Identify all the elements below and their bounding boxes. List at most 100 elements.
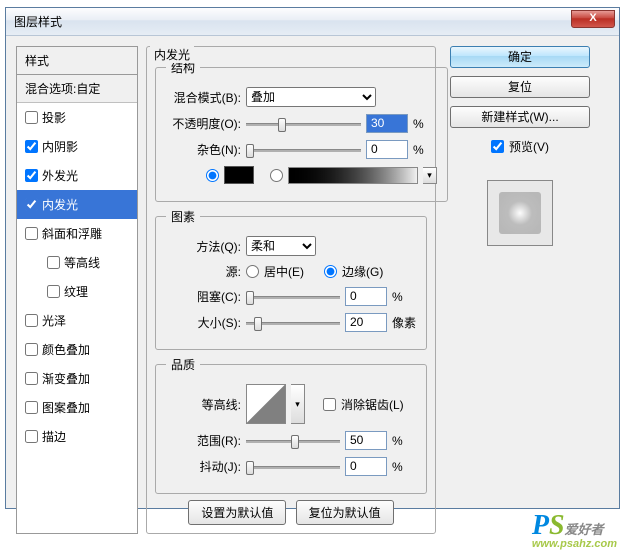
style-item-2[interactable]: 外发光 xyxy=(17,161,137,190)
element-legend: 图素 xyxy=(166,208,200,225)
style-item-5[interactable]: 等高线 xyxy=(17,248,137,277)
style-label: 渐变叠加 xyxy=(42,370,90,387)
style-item-8[interactable]: 颜色叠加 xyxy=(17,335,137,364)
method-label: 方法(Q): xyxy=(166,238,241,255)
gradient-radio[interactable] xyxy=(270,169,283,182)
opacity-label: 不透明度(O): xyxy=(166,115,241,132)
style-checkbox[interactable] xyxy=(25,227,38,240)
contour-picker[interactable] xyxy=(246,384,286,424)
noise-input[interactable]: 0 xyxy=(366,140,408,159)
range-label: 范围(R): xyxy=(166,432,241,449)
contour-dropdown[interactable]: ▾ xyxy=(291,384,305,424)
style-checkbox[interactable] xyxy=(25,169,38,182)
style-item-1[interactable]: 内阴影 xyxy=(17,132,137,161)
style-label: 颜色叠加 xyxy=(42,341,90,358)
color-radio[interactable] xyxy=(206,169,219,182)
source-center-label: 居中(E) xyxy=(264,263,304,280)
range-slider[interactable] xyxy=(246,432,340,450)
source-edge-radio[interactable] xyxy=(324,265,337,278)
style-checkbox[interactable] xyxy=(47,285,60,298)
style-checkbox[interactable] xyxy=(25,314,38,327)
style-item-6[interactable]: 纹理 xyxy=(17,277,137,306)
action-panel: 确定 复位 新建样式(W)... 预览(V) xyxy=(444,46,596,534)
px-label: 像素 xyxy=(392,314,416,331)
style-checkbox[interactable] xyxy=(25,198,38,211)
method-select[interactable]: 柔和 xyxy=(246,236,316,256)
pct-label: % xyxy=(413,117,437,131)
style-label: 图案叠加 xyxy=(42,399,90,416)
element-group: 图素 方法(Q): 柔和 源: 居中(E) 边缘(G) 阻塞(C): xyxy=(155,208,427,350)
style-item-4[interactable]: 斜面和浮雕 xyxy=(17,219,137,248)
style-item-9[interactable]: 渐变叠加 xyxy=(17,364,137,393)
pct-label: % xyxy=(392,290,416,304)
size-slider[interactable] xyxy=(246,314,340,332)
jitter-input[interactable]: 0 xyxy=(345,457,387,476)
noise-slider[interactable] xyxy=(246,141,361,159)
size-input[interactable]: 20 xyxy=(345,313,387,332)
style-label: 投影 xyxy=(42,109,66,126)
style-label: 外发光 xyxy=(42,167,78,184)
style-label: 纹理 xyxy=(64,283,88,300)
noise-label: 杂色(N): xyxy=(166,141,241,158)
jitter-slider[interactable] xyxy=(246,458,340,476)
source-center-radio[interactable] xyxy=(246,265,259,278)
style-label: 内阴影 xyxy=(42,138,78,155)
style-checkbox[interactable] xyxy=(25,111,38,124)
panel-title: 内发光 xyxy=(150,46,194,63)
style-checkbox[interactable] xyxy=(25,430,38,443)
pct-label: % xyxy=(392,434,416,448)
blend-options-header[interactable]: 混合选项:自定 xyxy=(17,75,137,103)
style-label: 描边 xyxy=(42,428,66,445)
blend-mode-select[interactable]: 叠加 xyxy=(246,87,376,107)
make-default-button[interactable]: 设置为默认值 xyxy=(188,500,286,525)
dialog-window: 图层样式 X 内发光 样式 混合选项:自定 投影内阴影外发光内发光斜面和浮雕等高… xyxy=(5,7,620,509)
opacity-input[interactable]: 30 xyxy=(366,114,408,133)
styles-list: 样式 混合选项:自定 投影内阴影外发光内发光斜面和浮雕等高线纹理光泽颜色叠加渐变… xyxy=(16,46,138,534)
preview-checkbox[interactable] xyxy=(491,140,504,153)
antialias-label: 消除锯齿(L) xyxy=(341,396,404,413)
style-checkbox[interactable] xyxy=(47,256,60,269)
style-item-7[interactable]: 光泽 xyxy=(17,306,137,335)
pct-label: % xyxy=(413,143,437,157)
styles-header: 样式 xyxy=(17,47,137,75)
style-checkbox[interactable] xyxy=(25,372,38,385)
titlebar: 图层样式 X xyxy=(6,8,619,36)
contour-label: 等高线: xyxy=(166,396,241,413)
style-item-10[interactable]: 图案叠加 xyxy=(17,393,137,422)
gradient-dropdown[interactable]: ▾ xyxy=(423,167,437,184)
style-label: 等高线 xyxy=(64,254,100,271)
quality-legend: 品质 xyxy=(166,356,200,373)
opacity-slider[interactable] xyxy=(246,115,361,133)
settings-panel: 结构 混合模式(B): 叠加 不透明度(O): 30 % 杂色(N): xyxy=(146,46,436,534)
style-item-11[interactable]: 描边 xyxy=(17,422,137,451)
style-label: 斜面和浮雕 xyxy=(42,225,102,242)
window-title: 图层样式 xyxy=(14,13,62,30)
choke-slider[interactable] xyxy=(246,288,340,306)
range-input[interactable]: 50 xyxy=(345,431,387,450)
style-checkbox[interactable] xyxy=(25,401,38,414)
blend-mode-label: 混合模式(B): xyxy=(166,89,241,106)
antialias-checkbox[interactable] xyxy=(323,398,336,411)
color-swatch[interactable] xyxy=(224,166,254,184)
pct-label: % xyxy=(392,460,416,474)
source-label: 源: xyxy=(166,263,241,280)
close-button[interactable]: X xyxy=(571,10,615,28)
style-label: 光泽 xyxy=(42,312,66,329)
source-edge-label: 边缘(G) xyxy=(342,263,383,280)
preview-label: 预览(V) xyxy=(509,138,549,155)
size-label: 大小(S): xyxy=(166,314,241,331)
watermark: PS爱好者 www.psahz.com xyxy=(532,510,617,550)
style-checkbox[interactable] xyxy=(25,343,38,356)
cancel-button[interactable]: 复位 xyxy=(450,76,590,98)
ok-button[interactable]: 确定 xyxy=(450,46,590,68)
choke-input[interactable]: 0 xyxy=(345,287,387,306)
gradient-swatch[interactable] xyxy=(288,167,418,184)
style-checkbox[interactable] xyxy=(25,140,38,153)
reset-default-button[interactable]: 复位为默认值 xyxy=(296,500,394,525)
new-style-button[interactable]: 新建样式(W)... xyxy=(450,106,590,128)
quality-group: 品质 等高线: ▾ 消除锯齿(L) 范围(R): 50 % xyxy=(155,356,427,494)
style-item-3[interactable]: 内发光 xyxy=(17,190,137,219)
style-label: 内发光 xyxy=(42,196,78,213)
structure-group: 结构 混合模式(B): 叠加 不透明度(O): 30 % 杂色(N): xyxy=(155,59,448,202)
style-item-0[interactable]: 投影 xyxy=(17,103,137,132)
